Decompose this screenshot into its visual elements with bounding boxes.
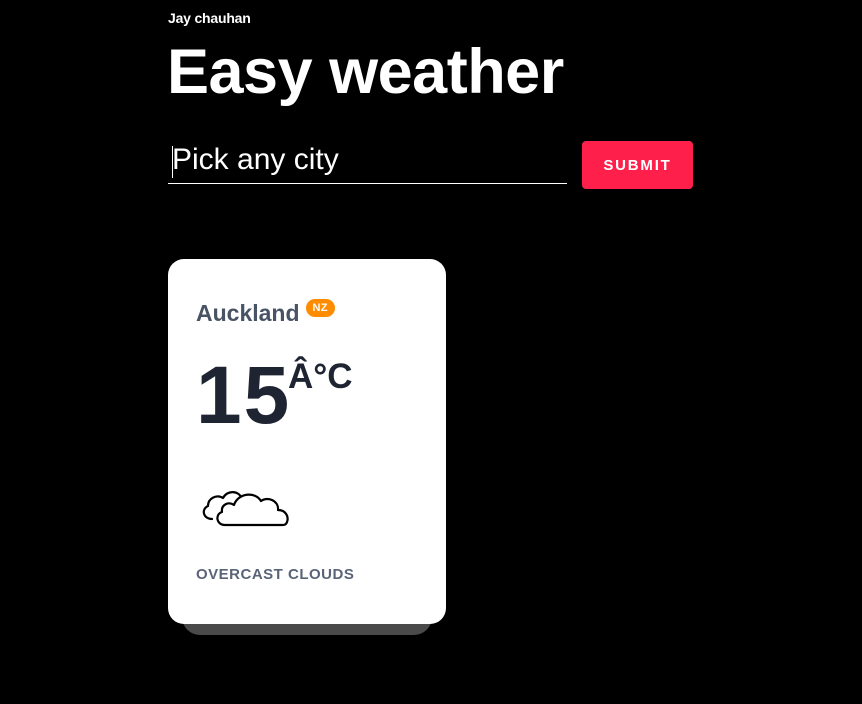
temperature-display: 15 Â°C bbox=[196, 350, 353, 441]
temperature-unit: Â°C bbox=[288, 357, 353, 396]
city-name: Auckland bbox=[196, 300, 300, 326]
submit-button[interactable]: SUBMIT bbox=[582, 141, 693, 189]
city-search-input[interactable] bbox=[168, 140, 567, 184]
city-row: Auckland NZ bbox=[196, 299, 335, 327]
author-name: Jay chauhan bbox=[168, 10, 251, 26]
temperature-value: 15 bbox=[196, 350, 292, 441]
city-search-form: SUBMIT bbox=[168, 140, 698, 190]
weather-description: OVERCAST CLOUDS bbox=[196, 566, 355, 583]
text-caret bbox=[172, 146, 173, 178]
weather-card: Auckland NZ 15 Â°C OVERCAST CLOUDS bbox=[168, 259, 446, 624]
overcast-clouds-icon bbox=[202, 491, 289, 527]
page-title: Easy weather bbox=[167, 37, 564, 107]
country-badge: NZ bbox=[305, 299, 335, 317]
